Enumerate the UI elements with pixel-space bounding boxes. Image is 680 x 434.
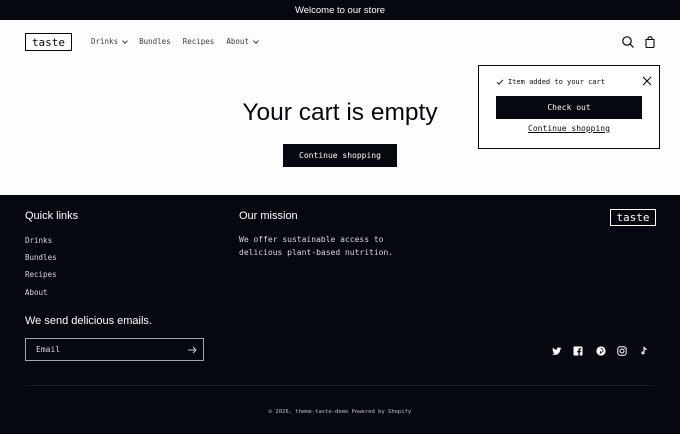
quick-links-heading: Quick links	[25, 210, 79, 222]
cart-notification-text: Item added to your cart	[508, 78, 605, 86]
chevron-down-icon	[122, 37, 128, 44]
close-icon[interactable]	[641, 75, 653, 87]
continue-shopping-button[interactable]: Continue shopping	[283, 144, 397, 167]
check-icon	[496, 79, 504, 85]
footer-divider	[25, 385, 655, 386]
nav-item-about[interactable]: About	[226, 37, 259, 46]
cart-notification-message: Item added to your cart	[496, 78, 605, 86]
pinterest-icon[interactable]	[596, 346, 606, 356]
mission-heading: Our mission	[239, 210, 298, 222]
nav-label: About	[226, 37, 249, 46]
nav-item-recipes[interactable]: Recipes	[183, 37, 215, 46]
announcement-text: Welcome to our store	[294, 4, 386, 16]
nav-label: Bundles	[139, 37, 171, 46]
mission-line: We offer sustainable access to	[239, 235, 384, 244]
footer-logo[interactable]: taste	[610, 209, 656, 226]
chevron-down-icon	[253, 37, 259, 44]
instagram-icon[interactable]	[617, 346, 627, 356]
tiktok-icon[interactable]	[639, 346, 649, 356]
copyright: © 2026, theme-taste-demo Powered by Shop…	[268, 409, 412, 415]
footer-link-bundles[interactable]: Bundles	[25, 253, 57, 262]
cart-icon[interactable]	[643, 35, 657, 49]
mission-line: delicious plant-based nutrition.	[239, 248, 394, 257]
footer-link-drinks[interactable]: Drinks	[25, 236, 52, 245]
nav-item-drinks[interactable]: Drinks	[91, 37, 128, 46]
header-logo[interactable]: taste	[25, 33, 72, 51]
announcement-bar: Welcome to our store	[0, 0, 680, 20]
cart-notification: Item added to your cart Check out Contin…	[478, 65, 660, 149]
search-icon[interactable]	[621, 35, 635, 49]
site-header: taste Drinks Bundles Recipes About	[0, 20, 680, 65]
twitter-icon[interactable]	[552, 346, 562, 356]
nav-item-bundles[interactable]: Bundles	[139, 37, 171, 46]
continue-shopping-link[interactable]: Continue shopping	[479, 124, 659, 133]
arrow-right-icon[interactable]	[186, 344, 198, 356]
site-footer: Quick links Drinks Bundles Recipes About…	[0, 195, 680, 434]
nav-label: Recipes	[182, 37, 215, 46]
footer-link-recipes[interactable]: Recipes	[25, 270, 57, 279]
facebook-icon[interactable]	[573, 346, 583, 356]
mission-text: We offer sustainable access to delicious…	[239, 233, 393, 259]
checkout-button[interactable]: Check out	[496, 96, 642, 119]
footer-link-about[interactable]: About	[25, 288, 48, 297]
newsletter-heading: We send delicious emails.	[25, 315, 152, 327]
email-field[interactable]: Email	[25, 338, 204, 361]
email-placeholder: Email	[36, 345, 61, 354]
nav-label: Drinks	[91, 37, 119, 46]
main-nav: Drinks Bundles Recipes About	[91, 37, 270, 46]
